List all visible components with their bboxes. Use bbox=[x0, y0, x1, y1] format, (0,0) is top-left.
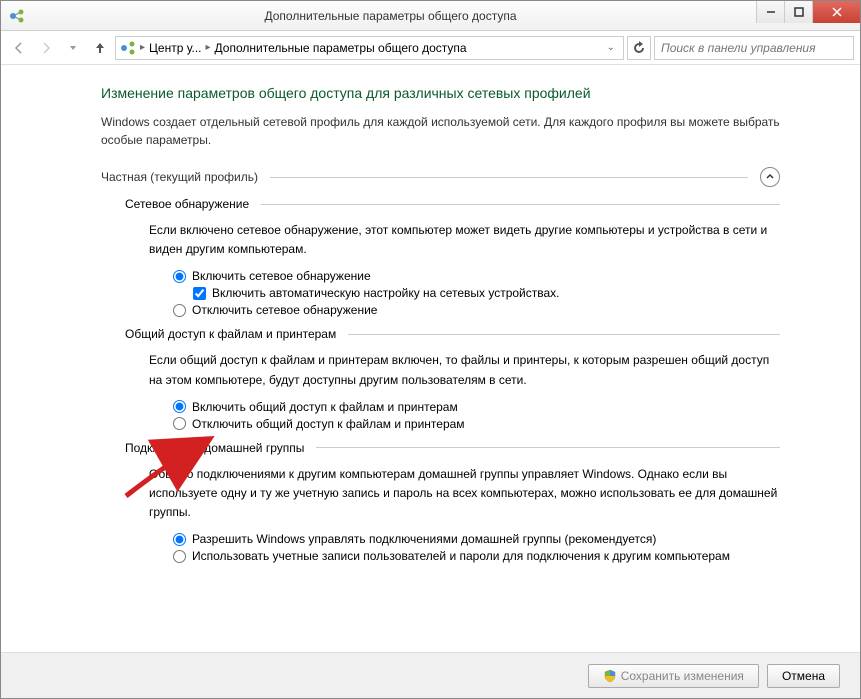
minimize-button[interactable] bbox=[756, 1, 784, 23]
shield-icon bbox=[603, 669, 617, 683]
titlebar: Дополнительные параметры общего доступа bbox=[1, 1, 860, 31]
back-button[interactable] bbox=[7, 36, 31, 60]
radio-homegroup-user[interactable]: Использовать учетные записи пользователе… bbox=[173, 549, 780, 563]
checkbox-input[interactable] bbox=[193, 287, 206, 300]
network-icon bbox=[9, 8, 25, 24]
divider bbox=[316, 447, 780, 448]
radio-file-sharing-off[interactable]: Отключить общий доступ к файлам и принте… bbox=[173, 417, 780, 431]
radio-input[interactable] bbox=[173, 400, 186, 413]
network-icon bbox=[120, 40, 136, 56]
network-discovery-title: Сетевое обнаружение bbox=[125, 197, 249, 211]
navbar: ▸ Центр у... ▸ Дополнительные параметры … bbox=[1, 31, 860, 65]
search-input[interactable] bbox=[654, 36, 854, 60]
chevron-right-icon: ▸ bbox=[140, 42, 145, 53]
homegroup-desc: Обычно подключениями к другим компьютера… bbox=[149, 465, 780, 523]
radio-input[interactable] bbox=[173, 304, 186, 317]
breadcrumb-dropdown[interactable]: ⌄ bbox=[603, 42, 619, 53]
chevron-right-icon: ▸ bbox=[206, 42, 211, 53]
footer: Сохранить изменения Отмена bbox=[1, 652, 860, 698]
radio-input[interactable] bbox=[173, 270, 186, 283]
forward-button[interactable] bbox=[34, 36, 58, 60]
network-discovery-desc: Если включено сетевое обнаружение, этот … bbox=[149, 221, 780, 259]
profile-section-title: Частная (текущий профиль) bbox=[101, 170, 258, 184]
intro-text: Windows создает отдельный сетевой профил… bbox=[101, 113, 780, 149]
radio-input[interactable] bbox=[173, 550, 186, 563]
radio-network-discovery-off[interactable]: Отключить сетевое обнаружение bbox=[173, 303, 780, 317]
radio-homegroup-windows[interactable]: Разрешить Windows управлять подключениям… bbox=[173, 532, 780, 546]
breadcrumb[interactable]: ▸ Центр у... ▸ Дополнительные параметры … bbox=[115, 36, 624, 60]
content-area: Изменение параметров общего доступа для … bbox=[1, 65, 860, 652]
window-title: Дополнительные параметры общего доступа bbox=[25, 9, 756, 23]
cancel-button[interactable]: Отмена bbox=[767, 664, 840, 688]
close-button[interactable] bbox=[812, 1, 860, 23]
save-button[interactable]: Сохранить изменения bbox=[588, 664, 759, 688]
radio-file-sharing-on[interactable]: Включить общий доступ к файлам и принтер… bbox=[173, 400, 780, 414]
refresh-button[interactable] bbox=[627, 36, 651, 60]
breadcrumb-item[interactable]: Центр у... bbox=[149, 41, 201, 55]
radio-input[interactable] bbox=[173, 533, 186, 546]
up-button[interactable] bbox=[88, 36, 112, 60]
file-sharing-desc: Если общий доступ к файлам и принтерам в… bbox=[149, 351, 780, 389]
divider bbox=[270, 177, 748, 178]
page-heading: Изменение параметров общего доступа для … bbox=[101, 85, 780, 101]
divider bbox=[348, 334, 780, 335]
checkbox-auto-setup[interactable]: Включить автоматическую настройку на сет… bbox=[193, 286, 780, 300]
collapse-button[interactable] bbox=[760, 167, 780, 187]
divider bbox=[261, 204, 780, 205]
breadcrumb-item[interactable]: Дополнительные параметры общего доступа bbox=[215, 41, 467, 55]
radio-network-discovery-on[interactable]: Включить сетевое обнаружение bbox=[173, 269, 780, 283]
recent-dropdown[interactable] bbox=[61, 36, 85, 60]
maximize-button[interactable] bbox=[784, 1, 812, 23]
radio-input[interactable] bbox=[173, 417, 186, 430]
homegroup-title: Подключения домашней группы bbox=[125, 441, 304, 455]
file-sharing-title: Общий доступ к файлам и принтерам bbox=[125, 327, 336, 341]
